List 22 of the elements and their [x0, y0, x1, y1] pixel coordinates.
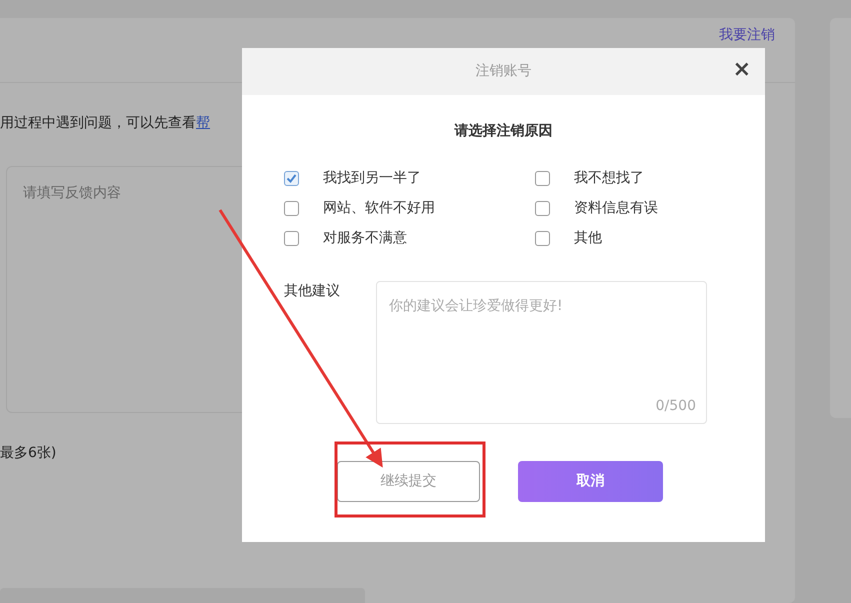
checkbox[interactable] — [284, 231, 299, 246]
help-link[interactable]: 帮 — [196, 113, 210, 134]
notice-text: 用过程中遇到问题，可以先查看 — [0, 114, 196, 133]
char-counter: 0/500 — [656, 397, 696, 416]
reason-heading: 请选择注销原因 — [453, 122, 554, 141]
checkbox[interactable] — [535, 171, 550, 186]
cancel-button[interactable]: 取消 — [518, 461, 663, 502]
suggestion-placeholder: 你的建议会让珍爱做得更好! — [389, 298, 563, 314]
reason-label[interactable]: 网站、软件不好用 — [323, 198, 435, 219]
reason-label[interactable]: 其他 — [574, 228, 602, 249]
checkbox[interactable] — [535, 231, 550, 246]
reason-label[interactable]: 资料信息有误 — [574, 198, 658, 219]
cancel-account-link[interactable]: 我要注销 — [719, 26, 775, 44]
reason-label[interactable]: 我不想找了 — [574, 168, 644, 189]
reason-label[interactable]: 对服务不满意 — [323, 228, 407, 249]
checkbox[interactable] — [284, 201, 299, 216]
checkbox[interactable] — [284, 171, 299, 186]
checkbox[interactable] — [535, 201, 550, 216]
upload-note: 最多6张) — [0, 444, 58, 463]
reason-label[interactable]: 我找到另一半了 — [323, 168, 421, 189]
close-button[interactable]: × — [732, 59, 751, 81]
dialog-title: 注销账号 — [476, 62, 532, 81]
